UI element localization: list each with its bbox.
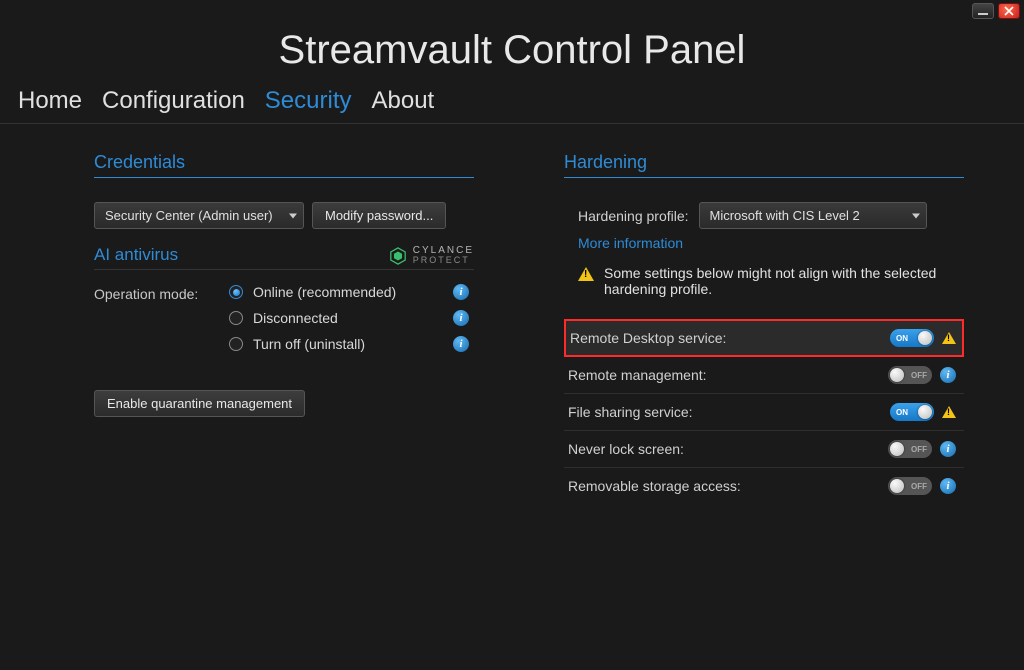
- radio-online-label: Online (recommended): [253, 284, 443, 300]
- info-icon[interactable]: i: [453, 284, 469, 300]
- service-label: Never lock screen:: [568, 441, 684, 457]
- service-row-remote-desktop: Remote Desktop service:: [564, 319, 964, 357]
- hardening-profile-value: Microsoft with CIS Level 2: [710, 208, 860, 223]
- service-label: Removable storage access:: [568, 478, 741, 494]
- hardening-heading: Hardening: [564, 152, 964, 178]
- nav-home[interactable]: Home: [18, 87, 82, 115]
- toggle-remote-management[interactable]: [888, 366, 932, 384]
- app-title: Streamvault Control Panel: [0, 28, 1024, 73]
- enable-quarantine-button[interactable]: Enable quarantine management: [94, 390, 305, 417]
- cylance-logo: CYLANCE PROTECT: [389, 246, 474, 265]
- chevron-down-icon: [912, 213, 920, 218]
- modify-password-button[interactable]: Modify password...: [312, 202, 446, 229]
- info-icon[interactable]: i: [940, 367, 956, 383]
- service-row-removable-storage: Removable storage access: i: [564, 468, 964, 504]
- toggle-file-sharing[interactable]: [890, 403, 934, 421]
- main-nav: Home Configuration Security About: [0, 87, 1024, 124]
- antivirus-heading: AI antivirus: [94, 245, 178, 265]
- nav-about[interactable]: About: [372, 87, 435, 115]
- toggle-remote-desktop[interactable]: [890, 329, 934, 347]
- warning-icon: [942, 332, 956, 344]
- hardening-warning-text: Some settings below might not align with…: [604, 265, 964, 297]
- info-icon[interactable]: i: [940, 478, 956, 494]
- radio-turnoff[interactable]: [229, 337, 243, 351]
- radio-disconnected[interactable]: [229, 311, 243, 325]
- nav-configuration[interactable]: Configuration: [102, 87, 245, 115]
- more-information-link[interactable]: More information: [578, 235, 683, 251]
- nav-security[interactable]: Security: [265, 87, 352, 115]
- radio-turnoff-label: Turn off (uninstall): [253, 336, 443, 352]
- service-label: Remote Desktop service:: [570, 330, 726, 346]
- user-dropdown-value: Security Center (Admin user): [105, 208, 273, 223]
- radio-disconnected-label: Disconnected: [253, 310, 443, 326]
- service-row-file-sharing: File sharing service:: [564, 394, 964, 431]
- info-icon[interactable]: i: [940, 441, 956, 457]
- service-row-never-lock: Never lock screen: i: [564, 431, 964, 468]
- credentials-heading: Credentials: [94, 152, 474, 178]
- service-label: File sharing service:: [568, 404, 693, 420]
- toggle-never-lock[interactable]: [888, 440, 932, 458]
- close-button[interactable]: [998, 3, 1020, 19]
- user-dropdown[interactable]: Security Center (Admin user): [94, 202, 304, 229]
- service-label: Remote management:: [568, 367, 707, 383]
- toggle-removable-storage[interactable]: [888, 477, 932, 495]
- operation-mode-label: Operation mode:: [94, 284, 209, 362]
- minimize-button[interactable]: [972, 3, 994, 19]
- chevron-down-icon: [289, 213, 297, 218]
- info-icon[interactable]: i: [453, 310, 469, 326]
- hardening-profile-label: Hardening profile:: [578, 208, 689, 224]
- radio-online[interactable]: [229, 285, 243, 299]
- warning-icon: [942, 406, 956, 418]
- hardening-profile-dropdown[interactable]: Microsoft with CIS Level 2: [699, 202, 927, 229]
- service-row-remote-management: Remote management: i: [564, 357, 964, 394]
- service-list: Remote Desktop service: Remote managemen…: [564, 319, 964, 504]
- warning-icon: [578, 267, 594, 281]
- info-icon[interactable]: i: [453, 336, 469, 352]
